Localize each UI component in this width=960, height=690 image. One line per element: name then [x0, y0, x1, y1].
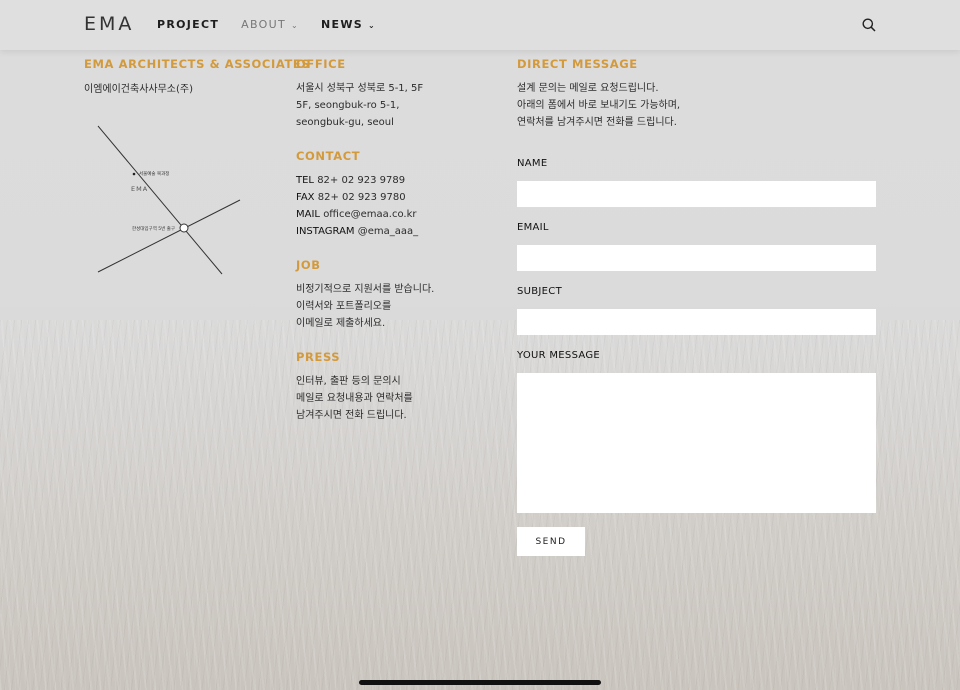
direct-message-title: DIRECT MESSAGE	[517, 57, 638, 71]
site-header: EMA PROJECT ABOUT ⌄ NEWS ⌄	[0, 0, 960, 50]
fax-value: 82+ 02 923 9780	[317, 192, 406, 203]
office-title: OFFICE	[296, 57, 346, 71]
message-label: YOUR MESSAGE	[517, 350, 601, 361]
office-section: OFFICE 서울시 성북구 성북로 5-1, 5F 5F, seongbuk-…	[296, 57, 496, 131]
nav-item-about[interactable]: ABOUT ⌄	[241, 18, 299, 31]
nav-item-label: NEWS	[321, 18, 363, 31]
name-label: NAME	[517, 158, 548, 169]
map-label-station: 한성대입구역 5번 출구	[132, 225, 175, 232]
press-line: 메일로 요청내용과 연락처를	[296, 393, 413, 404]
nav-item-project[interactable]: PROJECT	[157, 18, 219, 31]
mail-label: MAIL	[296, 209, 320, 220]
instagram-link[interactable]: @ema_aaa_	[358, 226, 418, 237]
email-field[interactable]	[517, 245, 876, 271]
name-field[interactable]	[517, 181, 876, 207]
job-line: 이력서와 포트폴리오를	[296, 301, 392, 312]
job-line: 이메일로 제출하세요.	[296, 318, 386, 329]
map-road-line	[97, 125, 223, 275]
subject-label: SUBJECT	[517, 286, 562, 297]
email-label: EMAIL	[517, 222, 549, 233]
location-map: 서울예술 복과정 EMA 한성대입구역 5번 출구	[97, 125, 241, 275]
job-line: 비정기적으로 지원서를 받습니다.	[296, 284, 435, 295]
map-location-dot	[132, 172, 136, 176]
tel-value[interactable]: 82+ 02 923 9789	[317, 175, 405, 186]
direct-message-desc: 설계 문의는 메일로 요청드립니다. 아래의 폼에서 바로 보내기도 가능하며,…	[517, 80, 680, 131]
press-section: PRESS 인터뷰, 출판 등의 문의시 메일로 요청내용과 연락처를 남겨주시…	[296, 350, 496, 424]
fax-label: FAX	[296, 192, 315, 203]
map-label-ema: EMA	[131, 185, 148, 193]
desc-line: 연락처를 남겨주시면 전화를 드립니다.	[517, 117, 677, 128]
send-button[interactable]: SEND	[517, 527, 585, 556]
firm-korean-name: 이엠에이건축사사무소(주)	[84, 84, 194, 95]
mail-link[interactable]: office@emaa.co.kr	[323, 209, 416, 220]
contact-title: CONTACT	[296, 149, 361, 163]
office-line: 5F, seongbuk-ro 5-1,	[296, 100, 400, 111]
chevron-down-icon: ⌄	[290, 21, 299, 30]
press-line: 남겨주시면 전화 드립니다.	[296, 410, 407, 421]
map-label-landmark: 서울예술 복과정	[139, 170, 169, 177]
desc-line: 아래의 폼에서 바로 보내기도 가능하며,	[517, 100, 681, 111]
contact-fax: FAX 82+ 02 923 9780	[296, 189, 496, 206]
map-intersection-marker	[179, 223, 189, 233]
contact-instagram: INSTAGRAM @ema_aaa_	[296, 223, 496, 240]
job-section: JOB 비정기적으로 지원서를 받습니다. 이력서와 포트폴리오를 이메일로 제…	[296, 258, 496, 332]
contact-tel: TEL 82+ 02 923 9789	[296, 172, 496, 189]
info-column: OFFICE 서울시 성북구 성북로 5-1, 5F 5F, seongbuk-…	[296, 57, 496, 442]
press-title: PRESS	[296, 350, 341, 364]
home-indicator[interactable]	[359, 680, 601, 685]
instagram-label: INSTAGRAM	[296, 226, 355, 237]
nav-item-news[interactable]: NEWS ⌄	[321, 18, 376, 31]
site-logo[interactable]: EMA	[84, 13, 134, 35]
contact-mail: MAIL office@emaa.co.kr	[296, 206, 496, 223]
tel-label: TEL	[296, 175, 314, 186]
contact-section: CONTACT TEL 82+ 02 923 9789 FAX 82+ 02 9…	[296, 149, 496, 240]
search-icon[interactable]	[862, 18, 876, 32]
nav-item-label: PROJECT	[157, 18, 220, 31]
job-title: JOB	[296, 258, 321, 272]
nav-item-label: ABOUT	[241, 18, 286, 31]
subject-field[interactable]	[517, 309, 876, 335]
message-field[interactable]	[517, 373, 876, 513]
office-line: seongbuk-gu, seoul	[296, 117, 394, 128]
chevron-down-icon: ⌄	[367, 21, 376, 30]
main-nav: PROJECT ABOUT ⌄ NEWS ⌄	[157, 18, 376, 31]
firm-title: EMA ARCHITECTS & ASSOCIATES	[84, 57, 311, 71]
office-line: 서울시 성북구 성북로 5-1, 5F	[296, 83, 424, 94]
press-line: 인터뷰, 출판 등의 문의시	[296, 376, 401, 387]
desc-line: 설계 문의는 메일로 요청드립니다.	[517, 83, 659, 94]
